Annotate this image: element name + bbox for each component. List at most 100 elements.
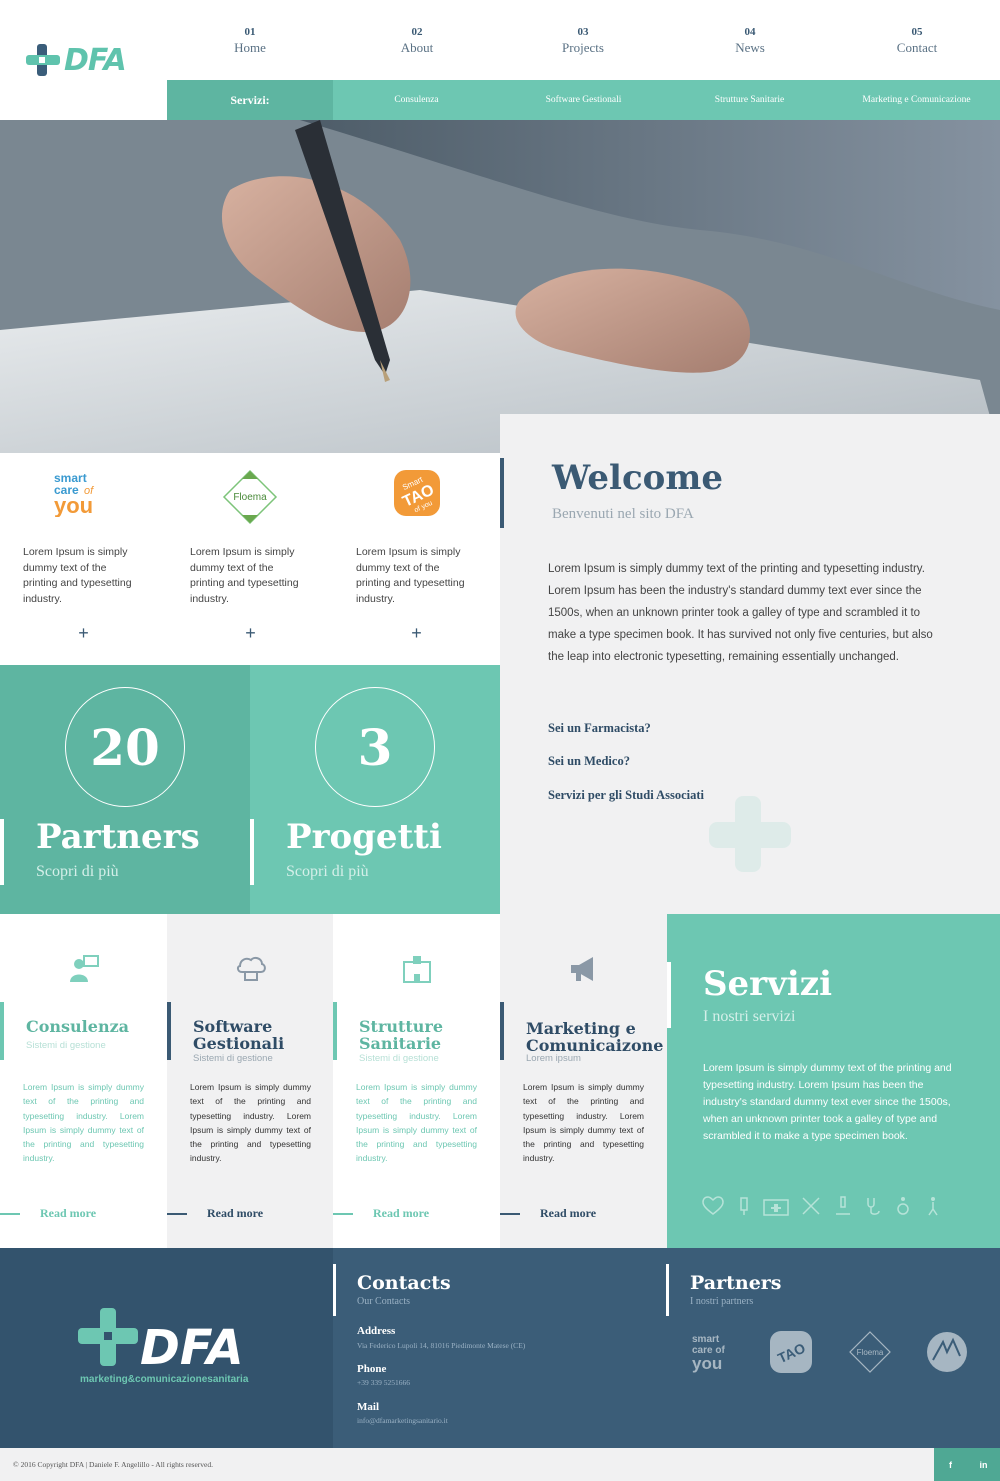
partner-card-desc: Lorem Ipsum is simply dummy text of the … [356,546,465,605]
nav-about[interactable]: 02 About [367,26,467,56]
read-more-line [0,1213,20,1215]
card-desc: Lorem Ipsum is simply dummy text of the … [356,1082,477,1164]
card-subtitle: Sistemi di gestione [359,1053,439,1064]
card-subtitle: Sistemi di gestione [26,1040,106,1051]
stat-value: 20 [65,687,185,807]
svg-text:smart: smart [692,1334,720,1345]
servizi-title: Servizi [703,964,832,1004]
service-link-strutture[interactable]: Strutture Sanitarie [666,80,833,120]
partner-card-desc: Lorem Ipsum is simply dummy text of the … [23,546,132,605]
megaphone-icon [500,952,667,986]
link-medico[interactable]: Sei un Medico? [548,754,630,769]
software-icon [167,952,334,986]
read-more-link[interactable]: Read more [540,1206,596,1221]
link-farmacista[interactable]: Sei un Farmacista? [548,721,651,736]
phone-label: Phone [357,1363,387,1375]
wheelchair-icon [897,1197,909,1215]
floema-diamond-icon: Floema [222,469,278,525]
service-card-consulenza: Consulenza Sistemi di gestione Lorem Ips… [0,914,167,1248]
read-more-line [167,1213,187,1215]
plus-icon[interactable]: + [333,623,500,644]
plus-icon[interactable]: + [0,623,167,644]
hero-image [0,120,1000,453]
nav-label: About [400,40,434,55]
footer: DFA marketing&comunicazionesanitaria Con… [0,1248,1000,1448]
service-link-software[interactable]: Software Gestionali [500,80,667,120]
stat-partners[interactable]: 20 Partners Scopri di più [0,665,250,914]
read-more-link[interactable]: Read more [40,1206,96,1221]
nav-num: 01 [244,26,256,38]
floema-mono-icon: Floema [849,1331,891,1373]
svg-text:you: you [54,493,93,517]
facebook-icon[interactable]: f [934,1448,967,1481]
card-accent-bar [0,1002,4,1060]
watermark-cross-icon [709,796,791,872]
circle-partner-mono-icon [927,1332,967,1372]
floema-logo[interactable]: Floema [222,469,278,530]
contacts-subtitle: Our Contacts [357,1296,411,1307]
smart-care-of-you-icon: smart care of you [54,471,94,518]
mail-value[interactable]: info@dfamarketingsanitario.it [357,1416,448,1425]
address-value: Via Federico Lupoli 14, 81016 Piedimonte… [357,1341,526,1350]
phone-value[interactable]: +39 339 5251666 [357,1378,410,1387]
card-accent-bar [333,1002,337,1060]
card-desc: Lorem Ipsum is simply dummy text of the … [190,1082,311,1164]
card-accent-bar [500,1002,504,1060]
nav-news[interactable]: 04 News [700,26,800,56]
card-subtitle: Lorem ipsum [526,1053,581,1064]
linkedin-icon[interactable]: in [967,1448,1000,1481]
hospital-icon [333,952,500,986]
smart-care-of-you-logo[interactable]: smart care of you [50,469,116,522]
smart-care-of-you-mono-icon: smart care of you [692,1334,725,1373]
servizi-desc: Lorem Ipsum is simply dummy text of the … [703,1062,952,1142]
microscope-icon [836,1196,850,1215]
stat-more-link[interactable]: Scopri di più [286,863,369,881]
stat-accent-bar [0,819,4,885]
nav-num: 03 [577,26,589,38]
nav-label: Home [234,40,266,55]
nav-projects[interactable]: 03 Projects [533,26,633,56]
link-studi-associati[interactable]: Servizi per gli Studi Associati [548,788,704,803]
footer-tagline: marketing&comunicazionesanitaria [80,1374,249,1385]
contacts-accent-bar [333,1264,336,1316]
logo-cross-icon [26,44,60,76]
walking-person-icon [928,1197,938,1216]
partners-subtitle: I nostri partners [690,1296,754,1307]
brand-name: DFA [64,42,127,78]
plus-icon[interactable]: + [167,623,334,644]
stat-title: Partners [36,817,200,857]
stat-projects[interactable]: 3 Progetti Scopri di più [250,665,500,914]
partner-card: smart care of you Lorem Ipsum is simply … [0,453,167,665]
stat-accent-bar [250,819,254,885]
welcome-subtitle: Benvenuti nel sito DFA [552,506,694,522]
hero-hand-writing-illustration [0,120,1000,453]
logo[interactable]: DFA [24,42,127,78]
footer-logo-box: DFA marketing&comunicazionesanitaria [0,1248,333,1448]
read-more-link[interactable]: Read more [373,1206,429,1221]
service-link-marketing[interactable]: Marketing e Comunicazione [833,80,1000,120]
stethoscope-icon [867,1198,880,1215]
read-more-link[interactable]: Read more [207,1206,263,1221]
syringe-icon [740,1197,748,1215]
smart-tao-logo[interactable]: Smart TAO of you [393,469,441,522]
header: DFA 01 Home 02 About 03 Projects 04 News 05 C… [0,0,1000,80]
service-card-marketing: Marketing e Comunicaizone Lorem ipsum Lo… [500,914,667,1248]
nav-contact[interactable]: 05 Contact [867,26,967,56]
services-bar-spacer [0,80,167,120]
stat-title: Progetti [286,817,442,857]
services-bar-items: Consulenza Software Gestionali Strutture… [333,80,1000,120]
service-link-consulenza[interactable]: Consulenza [333,80,500,120]
contacts-title: Contacts [357,1272,451,1294]
nav-label: Contact [896,40,938,55]
partner-card-desc: Lorem Ipsum is simply dummy text of the … [190,546,299,605]
welcome-body: Lorem Ipsum is simply dummy text of the … [548,563,933,663]
nav-home[interactable]: 01 Home [200,26,300,56]
nav-num: 05 [911,26,923,38]
footer-partner-logos: smart care of you TAO Floema [692,1331,967,1373]
servizi-section: Servizi I nostri servizi Lorem Ipsum is … [667,914,1000,1248]
partner-card: Floema Lorem Ipsum is simply dummy text … [167,453,334,665]
welcome-section: Welcome Benvenuti nel sito DFA Lorem Ips… [500,414,1000,914]
card-desc: Lorem Ipsum is simply dummy text of the … [23,1082,144,1164]
card-accent-bar [167,1002,171,1060]
stat-more-link[interactable]: Scopri di più [36,863,119,881]
